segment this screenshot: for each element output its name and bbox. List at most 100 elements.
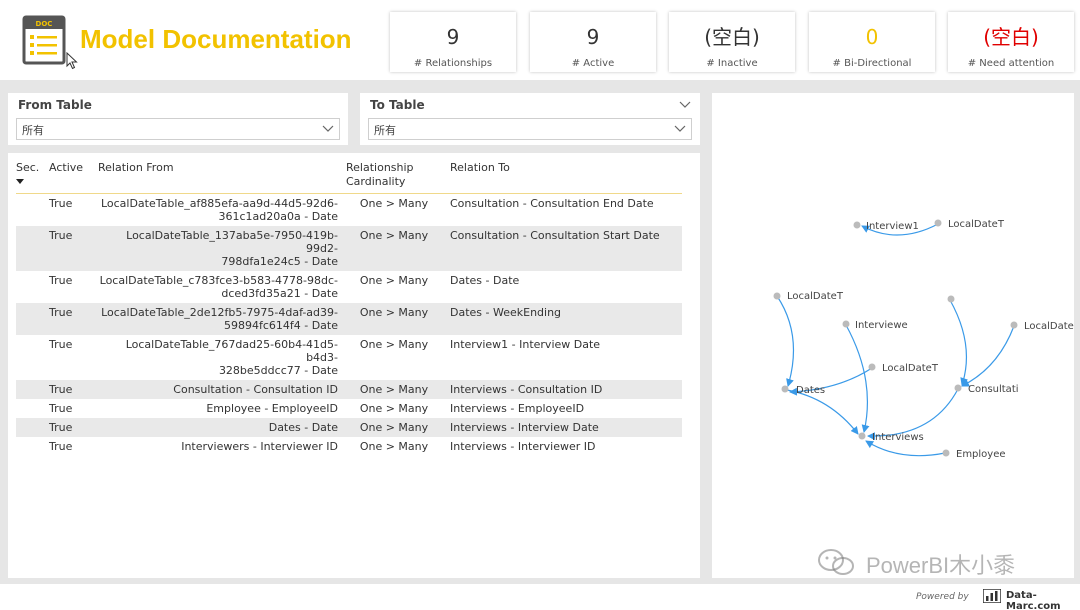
cell-relation-from: LocalDateTable_2de12fb5-7975-4daf-ad39- 5… xyxy=(94,303,342,335)
relationships-table: Sec. Active Relation From Relationship Ca… xyxy=(16,157,682,456)
kpi-label: # Bi-Directional xyxy=(832,58,912,69)
graph-node-label: LocalDate xyxy=(1024,321,1074,332)
graph-edge xyxy=(865,440,946,457)
graph-node-localdatet-mid[interactable]: LocalDateT xyxy=(868,363,939,374)
kpi-value: 9 xyxy=(446,25,460,49)
column-header-cardinality[interactable]: Relationship Cardinality xyxy=(342,157,446,194)
table-row[interactable]: True LocalDateTable_c783fce3-b583-4778-9… xyxy=(16,271,682,303)
graph-node-interviews[interactable]: Interviews xyxy=(858,432,924,443)
footer-bar: Powered by Data-Marc.com xyxy=(0,584,1080,610)
cell-relation-to: Interviews - EmployeeID xyxy=(450,402,585,415)
cell-active: True xyxy=(49,402,73,415)
cell-relation-to: Interviews - Consultation ID xyxy=(446,380,682,399)
table-row[interactable]: True Consultation - Consultation ID One … xyxy=(16,380,682,399)
graph-node-label: Employee xyxy=(956,449,1006,460)
watermark-text: PowerBI木小黍 xyxy=(866,553,1016,578)
logo-text: DOC xyxy=(36,20,53,28)
kpi-card-relationships: 9 # Relationships xyxy=(390,12,516,72)
column-header-label: Relation To xyxy=(450,161,510,174)
kpi-label: # Active xyxy=(571,58,615,69)
graph-node-label: LocalDateT xyxy=(948,219,1005,230)
graph-node-unnamed[interactable] xyxy=(947,295,955,303)
cell-cardinality: One > Many xyxy=(342,226,446,271)
graph-node-label: Interviews xyxy=(872,432,924,443)
cell-active: True xyxy=(45,303,94,335)
column-header-label: Cardinality xyxy=(346,175,406,188)
graph-edge xyxy=(949,299,968,386)
cell-cardinality: One > Many xyxy=(359,274,429,287)
cell-active: True xyxy=(49,274,73,287)
to-table-slicer: To Table 所有 xyxy=(360,93,700,145)
kpi-value: (空白) xyxy=(983,25,1039,49)
dropdown-value: 所有 xyxy=(22,124,44,137)
graph-node-employee[interactable]: Employee xyxy=(942,449,1006,460)
chevron-down-icon xyxy=(322,125,334,132)
cell-text: dced3fd35a21 - Date xyxy=(221,287,338,300)
cell-relation-to: Dates - WeekEnding xyxy=(446,303,682,335)
cell-relation-from: Consultation - Consultation ID xyxy=(94,380,342,399)
from-table-slicer: From Table 所有 xyxy=(8,93,348,145)
cell-cardinality: One > Many xyxy=(359,402,429,415)
graph-node-label: LocalDateT xyxy=(787,291,844,302)
cell-active: True xyxy=(45,226,94,271)
cell-text: LocalDateTable_c783fce3-b583-4778-98dc- xyxy=(99,274,338,287)
chevron-down-icon xyxy=(674,125,686,132)
graph-node-localdatet-left[interactable]: LocalDateT xyxy=(773,291,844,302)
column-header-sec[interactable]: Sec. xyxy=(16,157,45,194)
graph-node-localdatet-top[interactable]: LocalDateT xyxy=(934,219,1005,230)
table-row[interactable]: True LocalDateTable_137aba5e-7950-419b-9… xyxy=(16,226,682,271)
data-marc-logo-icon xyxy=(983,589,1001,603)
data-marc-brand-link[interactable]: Data-Marc.com xyxy=(1006,590,1080,610)
cell-text: 328be5ddcc77 - Date xyxy=(218,364,338,377)
cell-relation-from: Employee - EmployeeID xyxy=(206,402,338,415)
column-header-relation-from[interactable]: Relation From xyxy=(94,157,342,194)
column-header-relation-to[interactable]: Relation To xyxy=(446,157,682,194)
cell-text: LocalDateTable_2de12fb5-7975-4daf-ad39- xyxy=(101,306,338,319)
table-row[interactable]: True Interviewers - Interviewer ID One >… xyxy=(16,437,682,456)
column-header-label: Active xyxy=(49,161,84,174)
slicer-title: From Table xyxy=(18,98,92,112)
graph-edge xyxy=(845,324,870,433)
graph-edge xyxy=(961,325,1015,387)
cell-active: True xyxy=(49,197,73,210)
column-header-label: Relationship xyxy=(346,161,414,174)
table-row[interactable]: True Dates - Date One > Many Interviews … xyxy=(16,418,682,437)
graph-node-interviewe[interactable]: Interviewe xyxy=(842,320,908,331)
table-row[interactable]: True LocalDateTable_af885efa-aa9d-44d5-9… xyxy=(16,194,682,227)
graph-node-consultati[interactable]: Consultati xyxy=(954,384,1019,395)
graph-node-dates[interactable]: Dates xyxy=(781,385,826,396)
chevron-down-icon[interactable] xyxy=(679,101,691,109)
cell-active: True xyxy=(45,380,94,399)
relationships-table-panel: Sec. Active Relation From Relationship Ca… xyxy=(8,153,700,578)
table-row[interactable]: True Employee - EmployeeID One > Many In… xyxy=(16,399,682,418)
cell-relation-from: Dates - Date xyxy=(94,418,342,437)
relationship-graph: Interview1 LocalDateT LocalDateT Intervi… xyxy=(773,219,1074,460)
to-table-dropdown[interactable]: 所有 xyxy=(368,118,692,140)
relationship-graph-panel[interactable]: Interview1 LocalDateT LocalDateT Intervi… xyxy=(712,93,1074,578)
powered-by-label: Powered by xyxy=(916,592,969,602)
cell-relation-from: LocalDateTable_af885efa-aa9d-44d5-92d6- 3… xyxy=(94,194,342,227)
from-table-dropdown[interactable]: 所有 xyxy=(16,118,340,140)
table-row[interactable]: True LocalDateTable_767dad25-60b4-41d5-b… xyxy=(16,335,682,380)
graph-edges xyxy=(776,223,1015,457)
cell-cardinality: One > Many xyxy=(359,197,429,210)
table-row[interactable]: True LocalDateTable_2de12fb5-7975-4daf-a… xyxy=(16,303,682,335)
cell-cardinality: One > Many xyxy=(359,440,429,453)
dropdown-value: 所有 xyxy=(374,124,396,137)
cell-relation-from: LocalDateTable_767dad25-60b4-41d5-b4d3- 3… xyxy=(94,335,342,380)
kpi-card-bi-directional: 0 # Bi-Directional xyxy=(809,12,935,72)
cell-cardinality: One > Many xyxy=(342,380,446,399)
cell-cardinality: One > Many xyxy=(359,338,429,351)
graph-node-localdate-right[interactable]: LocalDate xyxy=(1010,321,1074,332)
page-title: Model Documentation xyxy=(80,24,352,54)
kpi-label: # Need attention xyxy=(967,58,1055,69)
kpi-value: 9 xyxy=(586,25,600,49)
column-header-active[interactable]: Active xyxy=(45,157,94,194)
cell-text: 798dfa1e24c5 - Date xyxy=(221,255,338,268)
slicer-title: To Table xyxy=(370,98,425,112)
kpi-label: # Inactive xyxy=(706,58,758,69)
cell-text: LocalDateTable_137aba5e-7950-419b-99d2- xyxy=(126,229,338,255)
cell-relation-to: Interview1 - Interview Date xyxy=(450,338,601,351)
graph-edge xyxy=(786,389,859,435)
cell-cardinality: One > Many xyxy=(342,418,446,437)
